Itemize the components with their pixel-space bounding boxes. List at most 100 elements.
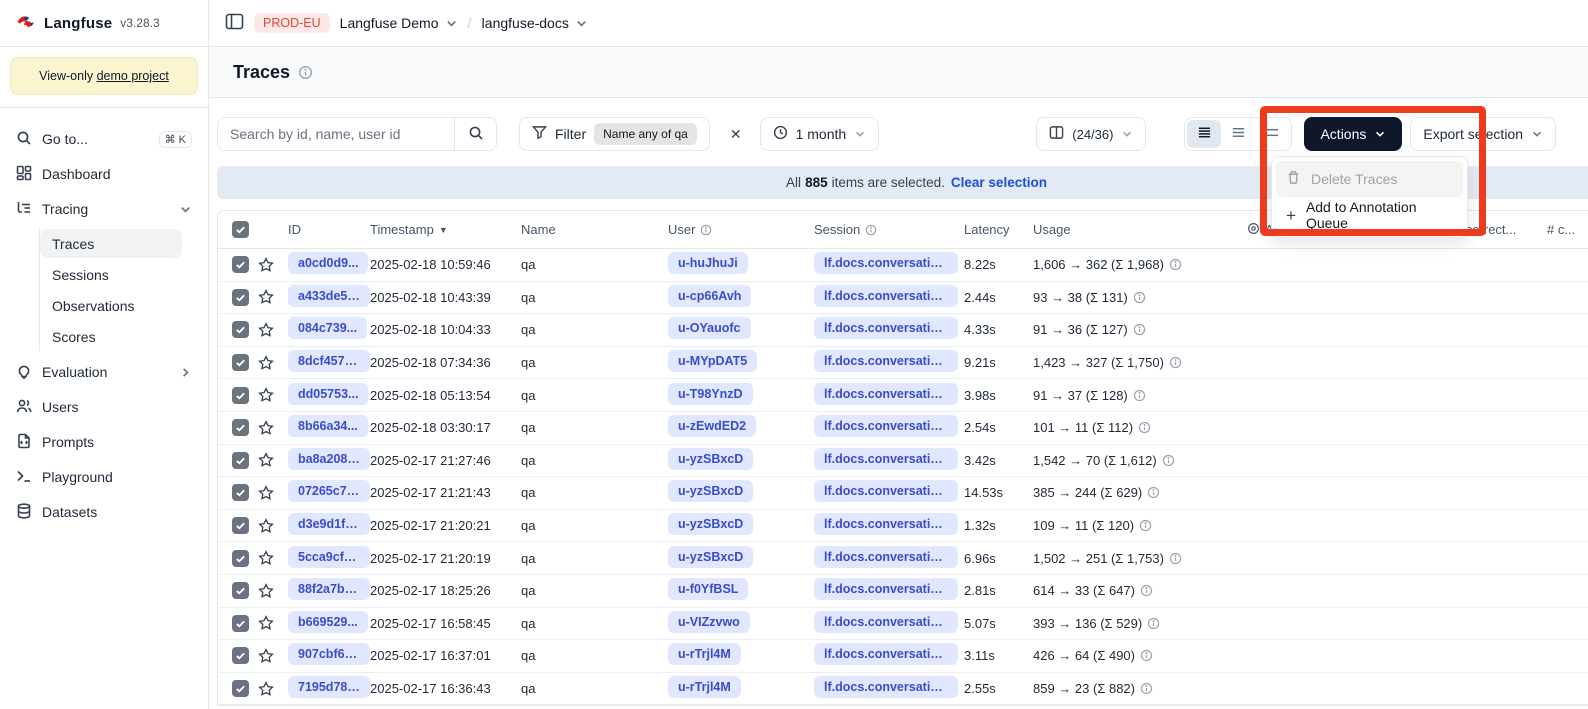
user-badge[interactable]: u-yzSBxcD xyxy=(668,480,753,502)
table-row[interactable]: a0cd0d9... 2025-02-18 10:59:46 qa u-huJh… xyxy=(218,249,1588,282)
session-badge[interactable]: lf.docs.conversation... xyxy=(814,480,958,502)
session-badge[interactable]: lf.docs.conversation... xyxy=(814,448,958,470)
col-header-usage[interactable]: Usage xyxy=(1033,222,1247,237)
session-badge[interactable]: lf.docs.conversation... xyxy=(814,252,958,274)
col-header-user[interactable]: User xyxy=(668,222,814,237)
clear-filter-button[interactable]: ✕ xyxy=(724,122,748,147)
info-icon[interactable] xyxy=(1138,421,1151,434)
table-row[interactable]: ba8a208f... 2025-02-17 21:27:46 qa u-yzS… xyxy=(218,445,1588,478)
info-icon[interactable] xyxy=(298,65,313,80)
table-row[interactable]: a433de51... 2025-02-18 10:43:39 qa u-cp6… xyxy=(218,282,1588,315)
star-icon[interactable] xyxy=(258,485,274,501)
sidebar-item-datasets[interactable]: Datasets xyxy=(8,497,200,527)
row-checkbox[interactable] xyxy=(232,517,249,534)
table-row[interactable]: 084c739... 2025-02-18 10:04:33 qa u-OYau… xyxy=(218,314,1588,347)
session-badge[interactable]: lf.docs.conversation... xyxy=(814,578,958,600)
sidebar-item-tracing[interactable]: Tracing xyxy=(8,194,200,224)
row-height-small-button[interactable] xyxy=(1187,120,1221,148)
user-badge[interactable]: u-OYauofc xyxy=(668,317,751,339)
trace-id-badge[interactable]: 88f2a7b0... xyxy=(288,578,370,600)
search-input[interactable] xyxy=(218,118,454,150)
col-header-name[interactable]: Name xyxy=(521,222,668,237)
table-row[interactable]: 8dcf4574... 2025-02-18 07:34:36 qa u-MYp… xyxy=(218,347,1588,380)
sidebar-item-observations[interactable]: Observations xyxy=(40,291,182,320)
star-icon[interactable] xyxy=(258,420,274,436)
trace-id-badge[interactable]: 084c739... xyxy=(288,317,367,339)
filter-value-badge[interactable]: Name any of qa xyxy=(594,123,697,145)
table-row[interactable]: 8b66a34... 2025-02-18 03:30:17 qa u-zEwd… xyxy=(218,412,1588,445)
row-checkbox[interactable] xyxy=(232,550,249,567)
menu-item-delete-traces[interactable]: Delete Traces xyxy=(1276,161,1463,197)
user-badge[interactable]: u-rTrjl4M xyxy=(668,643,741,665)
trace-id-badge[interactable]: 5cca9cf2... xyxy=(288,546,370,568)
star-icon[interactable] xyxy=(258,257,274,273)
row-checkbox[interactable] xyxy=(232,354,249,371)
session-badge[interactable]: lf.docs.conversation... xyxy=(814,285,958,307)
menu-item-add-to-annotation-queue[interactable]: + Add to Annotation Queue xyxy=(1276,197,1463,233)
col-header-session[interactable]: Session xyxy=(814,222,964,237)
table-row[interactable]: b669529... 2025-02-17 16:58:45 qa u-VIZz… xyxy=(218,608,1588,641)
star-icon[interactable] xyxy=(258,615,274,631)
row-checkbox[interactable] xyxy=(232,387,249,404)
user-badge[interactable]: u-yzSBxcD xyxy=(668,513,753,535)
search-submit-button[interactable] xyxy=(454,118,496,150)
info-icon[interactable] xyxy=(1140,649,1153,662)
trace-id-badge[interactable]: d3e9d1f2... xyxy=(288,513,370,535)
filter-button[interactable]: Filter Name any of qa xyxy=(519,117,710,151)
session-badge[interactable]: lf.docs.conversation... xyxy=(814,383,958,405)
row-height-medium-button[interactable] xyxy=(1221,120,1255,148)
row-checkbox[interactable] xyxy=(232,452,249,469)
sidebar-item-sessions[interactable]: Sessions xyxy=(40,260,182,289)
table-row[interactable]: 907cbf6e... 2025-02-17 16:37:01 qa u-rTr… xyxy=(218,640,1588,673)
star-icon[interactable] xyxy=(258,583,274,599)
session-badge[interactable]: lf.docs.conversation... xyxy=(814,513,958,535)
clear-selection-link[interactable]: Clear selection xyxy=(951,175,1047,190)
user-badge[interactable]: u-huJhuJi xyxy=(668,252,748,274)
row-checkbox[interactable] xyxy=(232,289,249,306)
sidebar-toggle-button[interactable] xyxy=(225,13,244,33)
col-header-timestamp[interactable]: Timestamp▼ xyxy=(370,222,521,237)
row-checkbox[interactable] xyxy=(232,419,249,436)
trace-id-badge[interactable]: b669529... xyxy=(288,611,368,633)
col-header-latency[interactable]: Latency xyxy=(964,222,1033,237)
session-badge[interactable]: lf.docs.conversation... xyxy=(814,546,958,568)
select-all-checkbox[interactable] xyxy=(232,221,249,238)
table-row[interactable]: dd05753... 2025-02-18 05:13:54 qa u-T98Y… xyxy=(218,379,1588,412)
info-icon[interactable] xyxy=(700,224,712,236)
sidebar-item-users[interactable]: Users xyxy=(8,392,200,422)
actions-button[interactable]: Actions xyxy=(1304,117,1402,151)
row-checkbox[interactable] xyxy=(232,615,249,632)
sidebar-item-traces[interactable]: Traces xyxy=(40,229,182,258)
trace-id-badge[interactable]: dd05753... xyxy=(288,383,368,405)
star-icon[interactable] xyxy=(258,648,274,664)
user-badge[interactable]: u-yzSBxcD xyxy=(668,448,753,470)
info-icon[interactable] xyxy=(1169,258,1182,271)
col-header-id[interactable]: ID xyxy=(288,222,370,237)
row-checkbox[interactable] xyxy=(232,680,249,697)
info-icon[interactable] xyxy=(1140,682,1153,695)
trace-id-badge[interactable]: 8dcf4574... xyxy=(288,350,370,372)
star-icon[interactable] xyxy=(258,387,274,403)
sidebar-item-scores[interactable]: Scores xyxy=(40,322,182,351)
demo-project-link[interactable]: demo project xyxy=(97,69,169,83)
trace-id-badge[interactable]: 907cbf6e... xyxy=(288,643,370,665)
info-icon[interactable] xyxy=(1162,454,1175,467)
trace-id-badge[interactable]: a433de51... xyxy=(288,285,370,307)
user-badge[interactable]: u-T98YnzD xyxy=(668,383,753,405)
star-icon[interactable] xyxy=(258,681,274,697)
user-badge[interactable]: u-zEwdED2 xyxy=(668,415,756,437)
col-header-score-cut[interactable]: # c... xyxy=(1547,222,1588,237)
org-switcher[interactable]: Langfuse Demo xyxy=(340,15,458,31)
row-checkbox[interactable] xyxy=(232,256,249,273)
user-badge[interactable]: u-cp66Avh xyxy=(668,285,751,307)
table-row[interactable]: 07265c7a... 2025-02-17 21:21:43 qa u-yzS… xyxy=(218,477,1588,510)
session-badge[interactable]: lf.docs.conversation... xyxy=(814,676,958,698)
star-icon[interactable] xyxy=(258,355,274,371)
info-icon[interactable] xyxy=(1133,389,1146,402)
table-row[interactable]: 88f2a7b0... 2025-02-17 18:25:26 qa u-f0Y… xyxy=(218,575,1588,608)
info-icon[interactable] xyxy=(865,224,877,236)
row-checkbox[interactable] xyxy=(232,321,249,338)
session-badge[interactable]: lf.docs.conversation... xyxy=(814,611,958,633)
user-badge[interactable]: u-rTrjl4M xyxy=(668,676,741,698)
sidebar-item-dashboard[interactable]: Dashboard xyxy=(8,159,200,189)
